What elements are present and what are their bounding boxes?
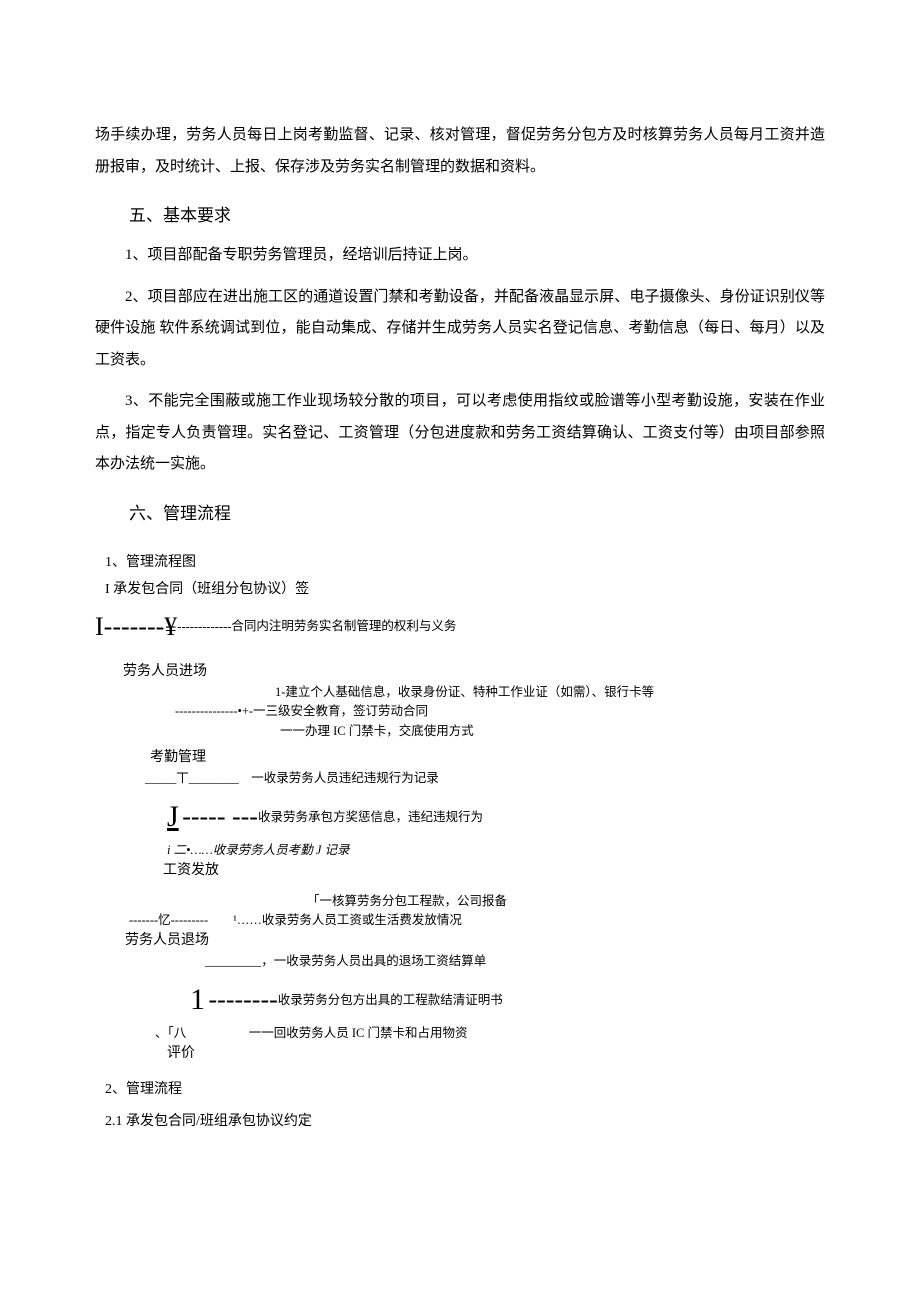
flow-note-entry-3: 一一办理 IC 门禁卡，交底使用方式 (280, 722, 825, 741)
flow-note-attendance-1: _____丅________ 一收录劳务人员违纪违规行为记录 (145, 769, 825, 788)
section-6-heading: 六、管理流程 (129, 499, 825, 524)
flow-step-evaluate: 评价 (167, 1043, 825, 1065)
flow-note-exit-3: 、「八 一一回收劳务人员 IC 门禁卡和占用物资 (155, 1024, 825, 1043)
flow-note-attendance-2: 收录劳务承包方奖惩信息，违纪违规行为 (258, 808, 483, 827)
flow-step-contract: I 承发包合同（班组分包协议）签 (105, 579, 825, 601)
requirement-2: 2、项目部应在进出施工区的通道设置门禁和考勤设备，并配备液晶显示屏、电子摄像头、… (95, 282, 825, 377)
flow-note-entry-2: ---------------•+-一三级安全教育，签订劳动合同 (175, 702, 825, 721)
flow-connector-j: J ----- ---收录劳务承包方奖惩信息，违纪违规行为 (167, 794, 825, 841)
flow-connector-1b: 1 --------收录劳务分包方出具的工程款结清证明书 (190, 977, 825, 1024)
flow-subheading-2-1: 2.1 承发包合同/班组承包协议约定 (105, 1111, 825, 1133)
flow-connector-1: I-------¥-------------合同内注明劳务实名制管理的权利与义务 (95, 607, 825, 647)
requirement-1: 1、项目部配备专职劳务管理员，经培训后持证上岗。 (95, 240, 825, 272)
flow-subheading-2: 2、管理流程 (105, 1079, 825, 1101)
section-5-heading: 五、基本要求 (129, 201, 825, 226)
flow-note-contract: 合同内注明劳务实名制管理的权利与义务 (231, 617, 456, 636)
flow-step-entry: 劳务人员进场 (123, 661, 825, 683)
glyph-i: I (95, 612, 104, 641)
flow-note-salary-2: -------忆--------- ¹……收录劳务人员工资或生活费发放情况 (129, 911, 825, 930)
flow-note-exit-2: 收录劳务分包方出具的工程款结清证明书 (278, 991, 503, 1010)
flow-subheading-1: 1、管理流程图 (105, 552, 825, 574)
flow-step-salary: 工资发放 (163, 860, 825, 882)
yen-icon: ¥ (164, 612, 177, 641)
glyph-one: 1 (190, 983, 205, 1016)
flow-note-attendance-3: i 二•……收录劳务人员考勤 J 记录 (167, 841, 825, 860)
glyph-j: J (167, 800, 179, 833)
document-page: 场手续办理，劳务人员每日上岗考勤监督、记录、核对管理，督促劳务分包方及时核算劳务… (0, 0, 920, 1246)
intro-paragraph: 场手续办理，劳务人员每日上岗考勤监督、记录、核对管理，督促劳务分包方及时核算劳务… (95, 120, 825, 183)
flow-note-salary-1: 「一核算劳务分包工程款，公司报备 (307, 892, 825, 911)
flow-note-entry-1: 1-建立个人基础信息，收录身份证、特种工作业证（如需）、银行卡等 (275, 683, 825, 702)
flow-note-exit-1: _________，一收录劳务人员出具的退场工资结算单 (205, 952, 825, 971)
flow-step-exit: 劳务人员退场 (125, 930, 825, 952)
requirement-3: 3、不能完全围蔽或施工作业现场较分散的项目，可以考虑使用指纹或脸谱等小型考勤设施… (95, 386, 825, 481)
flow-chart-block: 1、管理流程图 I 承发包合同（班组分包协议）签 I-------¥------… (95, 552, 825, 1133)
flow-step-attendance: 考勤管理 (150, 747, 825, 769)
